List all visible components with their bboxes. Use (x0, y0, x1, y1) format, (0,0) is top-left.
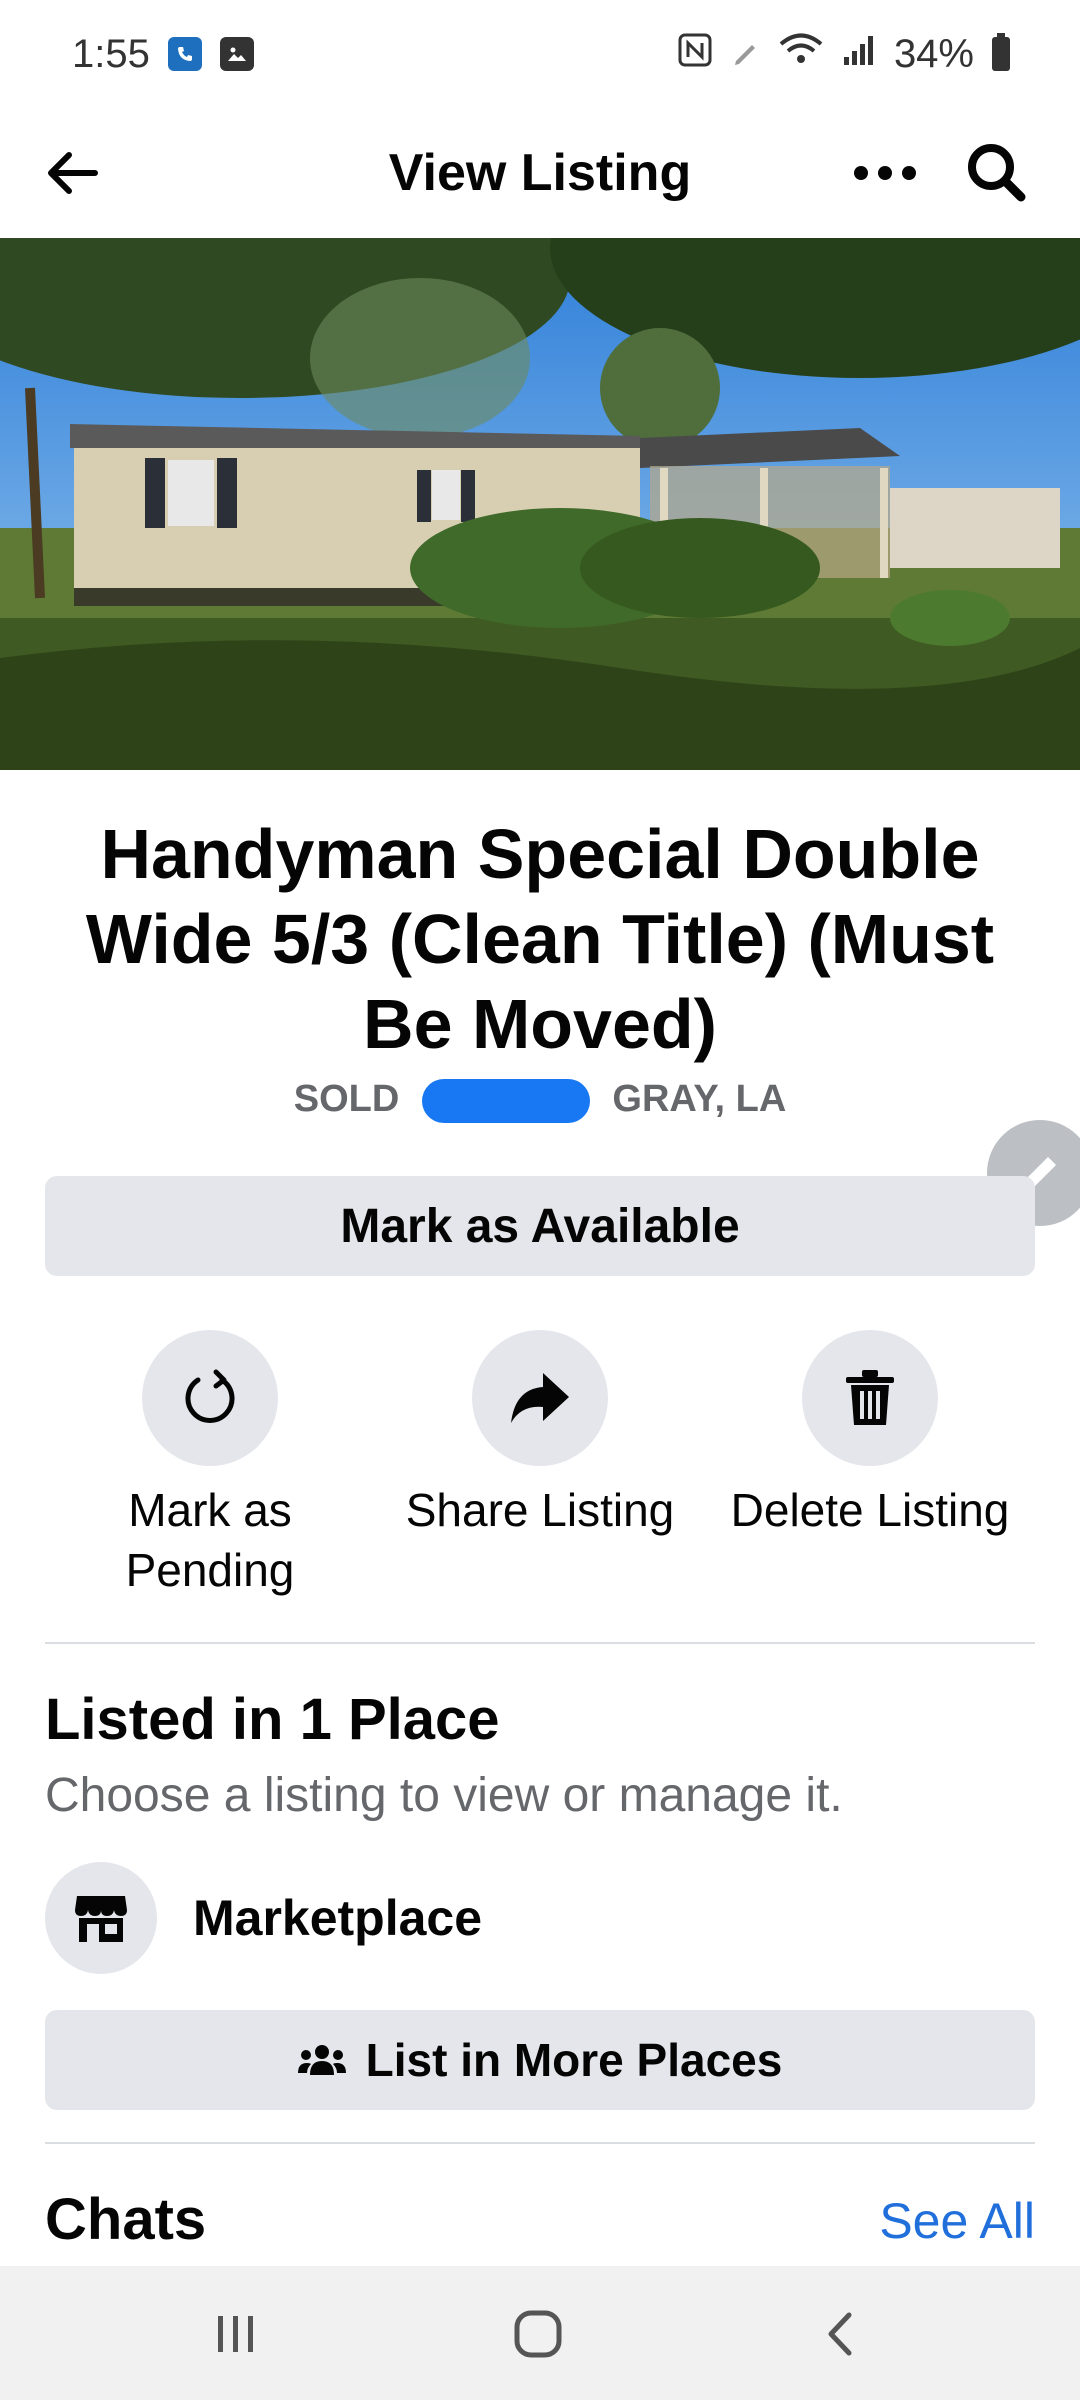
pen-icon (730, 32, 760, 77)
wifi-icon (778, 31, 824, 77)
people-icon (297, 2045, 346, 2075)
listing-location: GRAY, LA (612, 1078, 787, 1120)
mark-as-pending-button[interactable] (142, 1330, 278, 1466)
battery-percent: 34% (893, 31, 974, 76)
mark-as-pending-action[interactable]: Mark as Pending (45, 1330, 375, 1600)
nfc-icon (678, 32, 712, 77)
redacted-scribble (421, 1078, 590, 1123)
mark-as-pending-label: Mark as Pending (125, 1484, 295, 1596)
marketplace-label: Marketplace (193, 1890, 483, 1946)
listed-places-title: Listed in 1 Place (45, 1687, 500, 1752)
battery-icon (992, 33, 1010, 71)
status-bar: 1:55 34% (0, 0, 1080, 108)
back-icon (828, 2312, 852, 2356)
delete-listing-action[interactable]: Delete Listing (705, 1330, 1035, 1540)
trash-icon (846, 1370, 894, 1425)
search-icon (968, 144, 1026, 202)
clock: 1:55 (72, 31, 150, 76)
share-listing-action[interactable]: Share Listing (375, 1330, 705, 1540)
chats-title: Chats (45, 2187, 207, 2252)
listing-photo[interactable] (0, 238, 1080, 770)
status-right: 34% (678, 31, 1010, 77)
divider (45, 1642, 1035, 1644)
list-in-more-places-button[interactable]: List in More Places (45, 2010, 1035, 2110)
app-bar: View Listing (0, 108, 1080, 238)
status-left: 1:55 (72, 32, 254, 77)
system-nav-bar (0, 2266, 1080, 2400)
house-photo-illustration (0, 238, 1080, 770)
divider (45, 2142, 1035, 2144)
more-horizontal-icon (854, 166, 916, 180)
delete-listing-label: Delete Listing (730, 1484, 1010, 1536)
share-listing-button[interactable] (472, 1330, 608, 1466)
phone-app-icon (167, 37, 202, 71)
more-options-button[interactable] (850, 138, 920, 208)
listing-actions: Mark as Pending Share Listing Delete Lis… (0, 1330, 1080, 1600)
storefront-icon (45, 1862, 157, 1974)
listing-title: Handyman Special Double Wide 5/3 (Clean … (85, 815, 995, 1063)
listed-places-subtitle: Choose a listing to view or manage it. (45, 1769, 843, 1822)
listing-meta: SOLD GRAY, LA (0, 1078, 1080, 1123)
search-button[interactable] (960, 136, 1032, 208)
refresh-icon (185, 1369, 235, 1423)
recent-apps-icon (218, 2316, 253, 2352)
mark-as-available-button[interactable]: Mark as Available (45, 1176, 1035, 1276)
see-all-link[interactable]: See All (879, 2192, 1035, 2250)
home-icon (514, 2310, 562, 2358)
listing-status: SOLD (293, 1078, 400, 1120)
recent-apps-button[interactable] (196, 2302, 276, 2366)
list-in-more-places-label: List in More Places (365, 2034, 783, 2086)
marketplace-row[interactable]: Marketplace (45, 1862, 482, 1974)
gallery-icon (219, 37, 254, 71)
share-icon (511, 1373, 569, 1423)
system-back-button[interactable] (800, 2302, 880, 2366)
delete-listing-button[interactable] (802, 1330, 938, 1466)
share-listing-label: Share Listing (405, 1484, 675, 1536)
home-button[interactable] (498, 2302, 578, 2366)
signal-icon (842, 32, 876, 77)
